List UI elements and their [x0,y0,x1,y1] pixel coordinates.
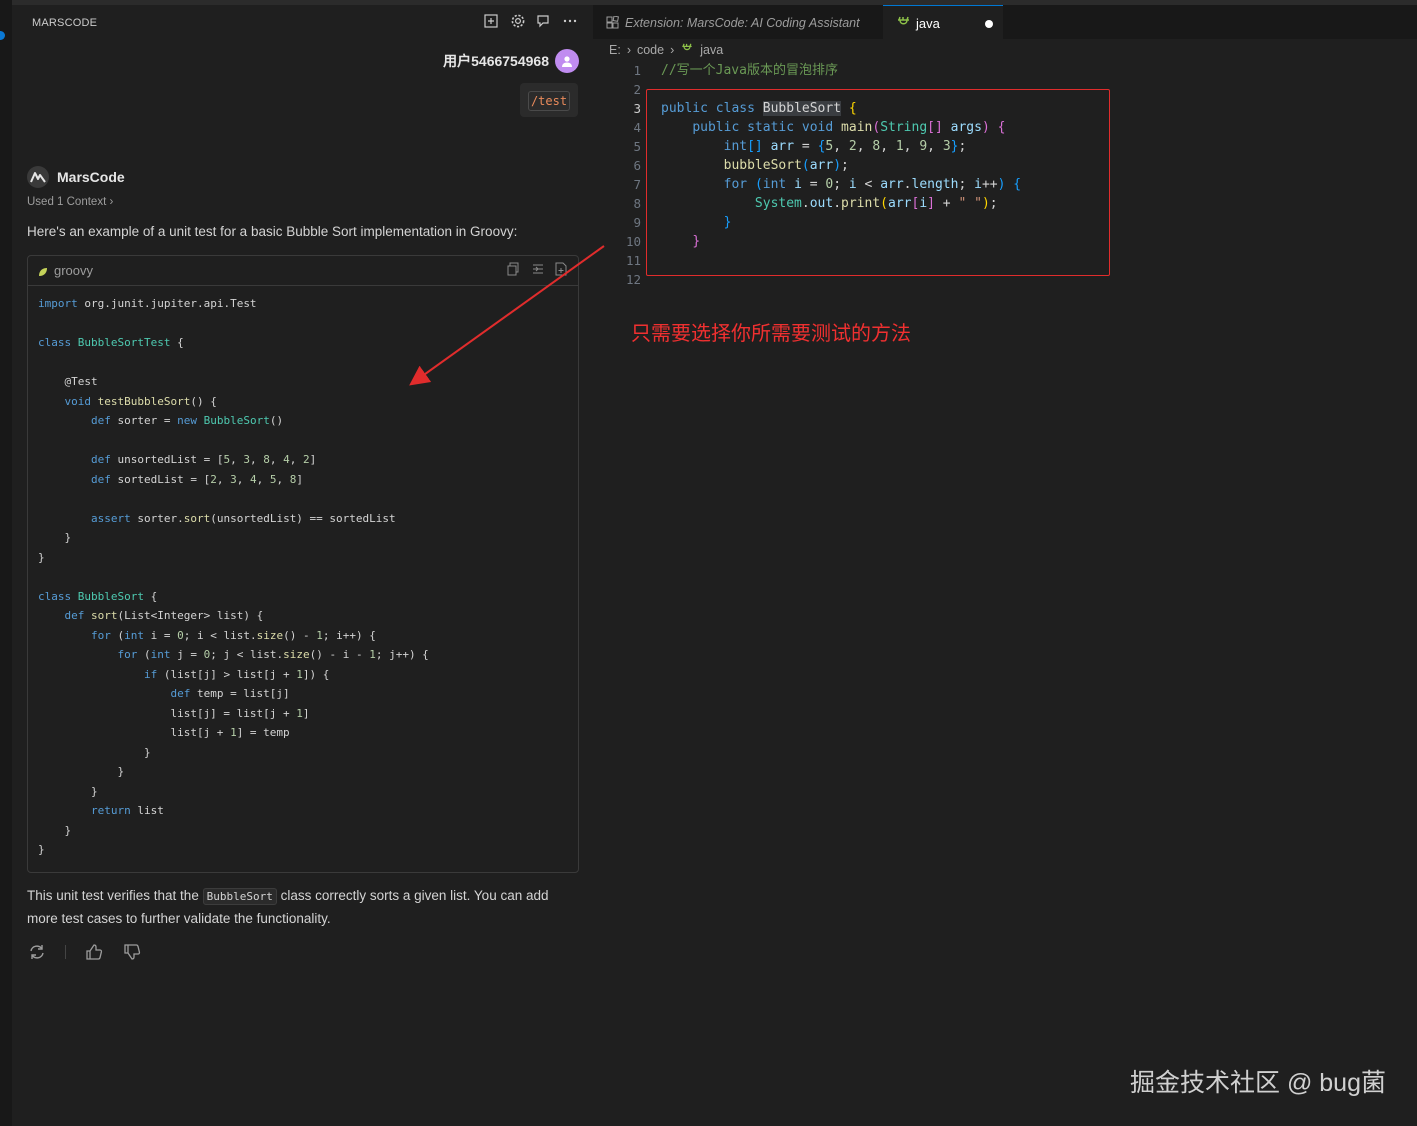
thumbs-up-icon[interactable] [84,942,104,962]
breadcrumb-file[interactable]: java [700,43,723,57]
context-label: Used 1 Context [27,196,107,208]
line-number: 12 [625,272,641,287]
code-block-header: groovy [28,256,578,286]
bot-message-header: MarsCode [27,166,125,188]
code-block: groovy import org.junit.jupiter.api.Test… [27,255,579,873]
thumbs-down-icon[interactable] [122,942,142,962]
unsaved-dot[interactable] [985,20,993,28]
line-number: 6 [633,158,641,173]
breadcrumb: E: › code › java [609,43,723,57]
selection-highlight-box [646,89,1110,276]
summary-text-start: This unit test verifies that the [27,888,199,903]
line-number: 2 [633,82,641,97]
feedback-bar [27,942,142,962]
java-file-icon [896,16,911,34]
breadcrumb-folder[interactable]: code [637,43,664,57]
user-avatar [555,49,579,73]
generated-test-code: import org.junit.jupiter.api.Test class … [38,297,429,856]
new-file-icon[interactable] [555,262,569,278]
regenerate-icon[interactable] [27,942,47,962]
notification-dot [0,31,5,40]
slash-command-chip: /test [528,91,570,111]
breadcrumb-drive[interactable]: E: [609,43,621,57]
annotation-text: 只需要选择你所需要测试的方法 [631,323,911,345]
user-message-header: 用户5466754968 [443,48,579,74]
new-chat-icon[interactable] [482,13,500,31]
code-comment: //写一个Java版本的冒泡排序 [661,63,838,78]
java-file-icon [680,43,694,57]
user-message-bubble: /test [520,83,578,117]
history-chat-icon[interactable] [534,13,552,31]
line-number: 1 [633,63,641,78]
current-line-number: 3 [633,101,641,116]
user-name: 用户5466754968 [443,53,549,69]
tab-label: java [916,16,940,31]
watermark: 掘金技术社区 @ bug菌 [1130,1069,1386,1097]
more-actions-icon[interactable] [561,13,579,31]
code-language: groovy [54,263,94,278]
tab-extension-marscode[interactable]: Extension: MarsCode: AI Coding Assistant [593,5,883,39]
editor-area: Extension: MarsCode: AI Coding Assistant… [593,5,1417,1126]
tab-label: Extension: MarsCode: AI Coding Assistant [625,16,860,30]
context-toggle[interactable]: Used 1 Context › [27,196,113,208]
bot-name: MarsCode [57,169,125,185]
settings-gear-icon[interactable] [509,13,527,31]
answer-intro: Here's an example of a unit test for a b… [27,224,518,239]
line-number: 5 [633,139,641,154]
divider [65,945,66,959]
groovy-lang-icon [37,265,49,277]
line-number: 10 [625,234,641,249]
chevron-right-icon: › [670,43,675,57]
extensions-icon [606,15,619,34]
activity-bar [0,0,12,1126]
chevron-right-icon: › [109,196,114,208]
chat-panel: MARSCODE 用户5466754968 /test MarsCode Use… [12,5,593,1126]
line-number: 4 [633,120,641,135]
marscode-logo-icon [27,166,49,188]
copy-icon[interactable] [507,262,521,278]
answer-summary: This unit test verifies that the BubbleS… [27,885,582,930]
tab-java[interactable]: java [883,5,1003,39]
insert-code-icon[interactable] [531,262,545,278]
line-number: 8 [633,196,641,211]
chat-header: MARSCODE [12,5,593,39]
line-number: 7 [633,177,641,192]
editor-tab-bar: Extension: MarsCode: AI Coding Assistant… [593,5,1417,39]
panel-title: MARSCODE [32,17,98,29]
chevron-right-icon: › [626,43,631,57]
line-number: 9 [633,215,641,230]
line-number-gutter: 1 2 3 4 5 6 7 8 9 10 11 12 [593,61,641,289]
line-number: 11 [625,253,641,268]
summary-inline-code: BubbleSort [202,888,277,905]
